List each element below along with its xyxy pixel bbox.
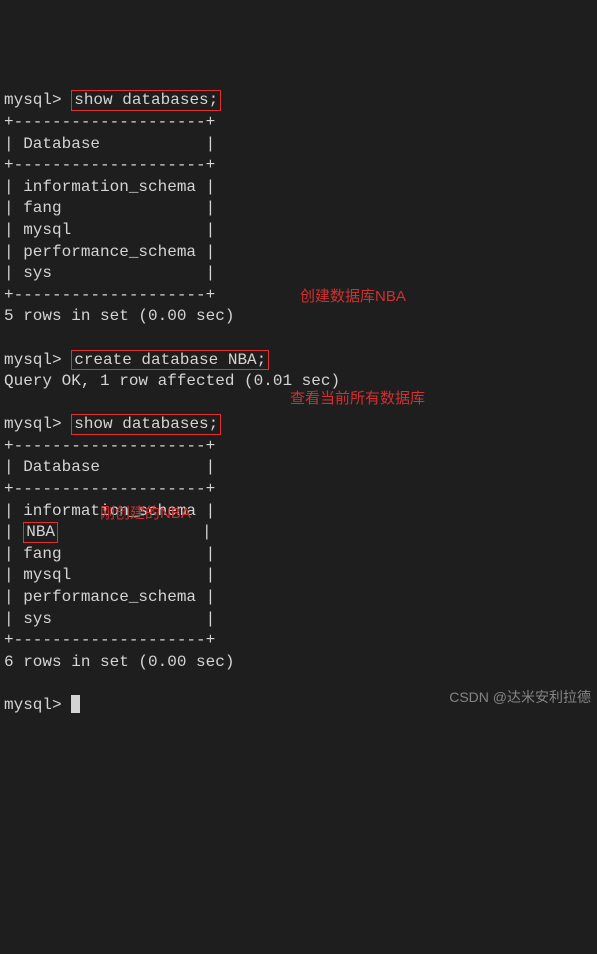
cmd-show-databases-1: show databases;: [71, 90, 221, 110]
prompt: mysql>: [4, 351, 62, 369]
table-row: | fang |: [4, 545, 215, 563]
table-row: | performance_schema |: [4, 243, 215, 261]
table-pipe: |: [4, 523, 14, 541]
table-row: | sys |: [4, 610, 215, 628]
table-row: | sys |: [4, 264, 215, 282]
table-row: | fang |: [4, 199, 215, 217]
cmd-show-databases-2: show databases;: [71, 414, 221, 434]
table-row: | mysql |: [4, 566, 215, 584]
result-text: 5 rows in set (0.00 sec): [4, 307, 234, 325]
annotation-create-nba: 创建数据库NBA: [300, 287, 406, 307]
prompt: mysql>: [4, 91, 62, 109]
watermark: CSDN @达米安利拉德: [449, 688, 591, 707]
table-border: +--------------------+: [4, 480, 215, 498]
annotation-show-all: 查看当前所有数据库: [290, 389, 425, 409]
table-row: | information_schema |: [4, 178, 215, 196]
table-row-rest: |: [58, 523, 212, 541]
table-border: +--------------------+: [4, 437, 215, 455]
table-border: +--------------------+: [4, 631, 215, 649]
prompt: mysql>: [4, 696, 62, 714]
table-row: | mysql |: [4, 221, 215, 239]
table-border: +--------------------+: [4, 156, 215, 174]
annotation-just-created: 刚创建的NBA: [100, 504, 191, 524]
table-header: | Database |: [4, 135, 215, 153]
table-border: +--------------------+: [4, 286, 215, 304]
table-row: | performance_schema |: [4, 588, 215, 606]
nba-cell: NBA: [23, 522, 58, 542]
cursor-icon: [71, 695, 80, 713]
cmd-create-database: create database NBA;: [71, 350, 269, 370]
prompt: mysql>: [4, 415, 62, 433]
table-border: +--------------------+: [4, 113, 215, 131]
result-text: 6 rows in set (0.00 sec): [4, 653, 234, 671]
query-ok-text: Query OK, 1 row affected (0.01 sec): [4, 372, 340, 390]
table-header: | Database |: [4, 458, 215, 476]
